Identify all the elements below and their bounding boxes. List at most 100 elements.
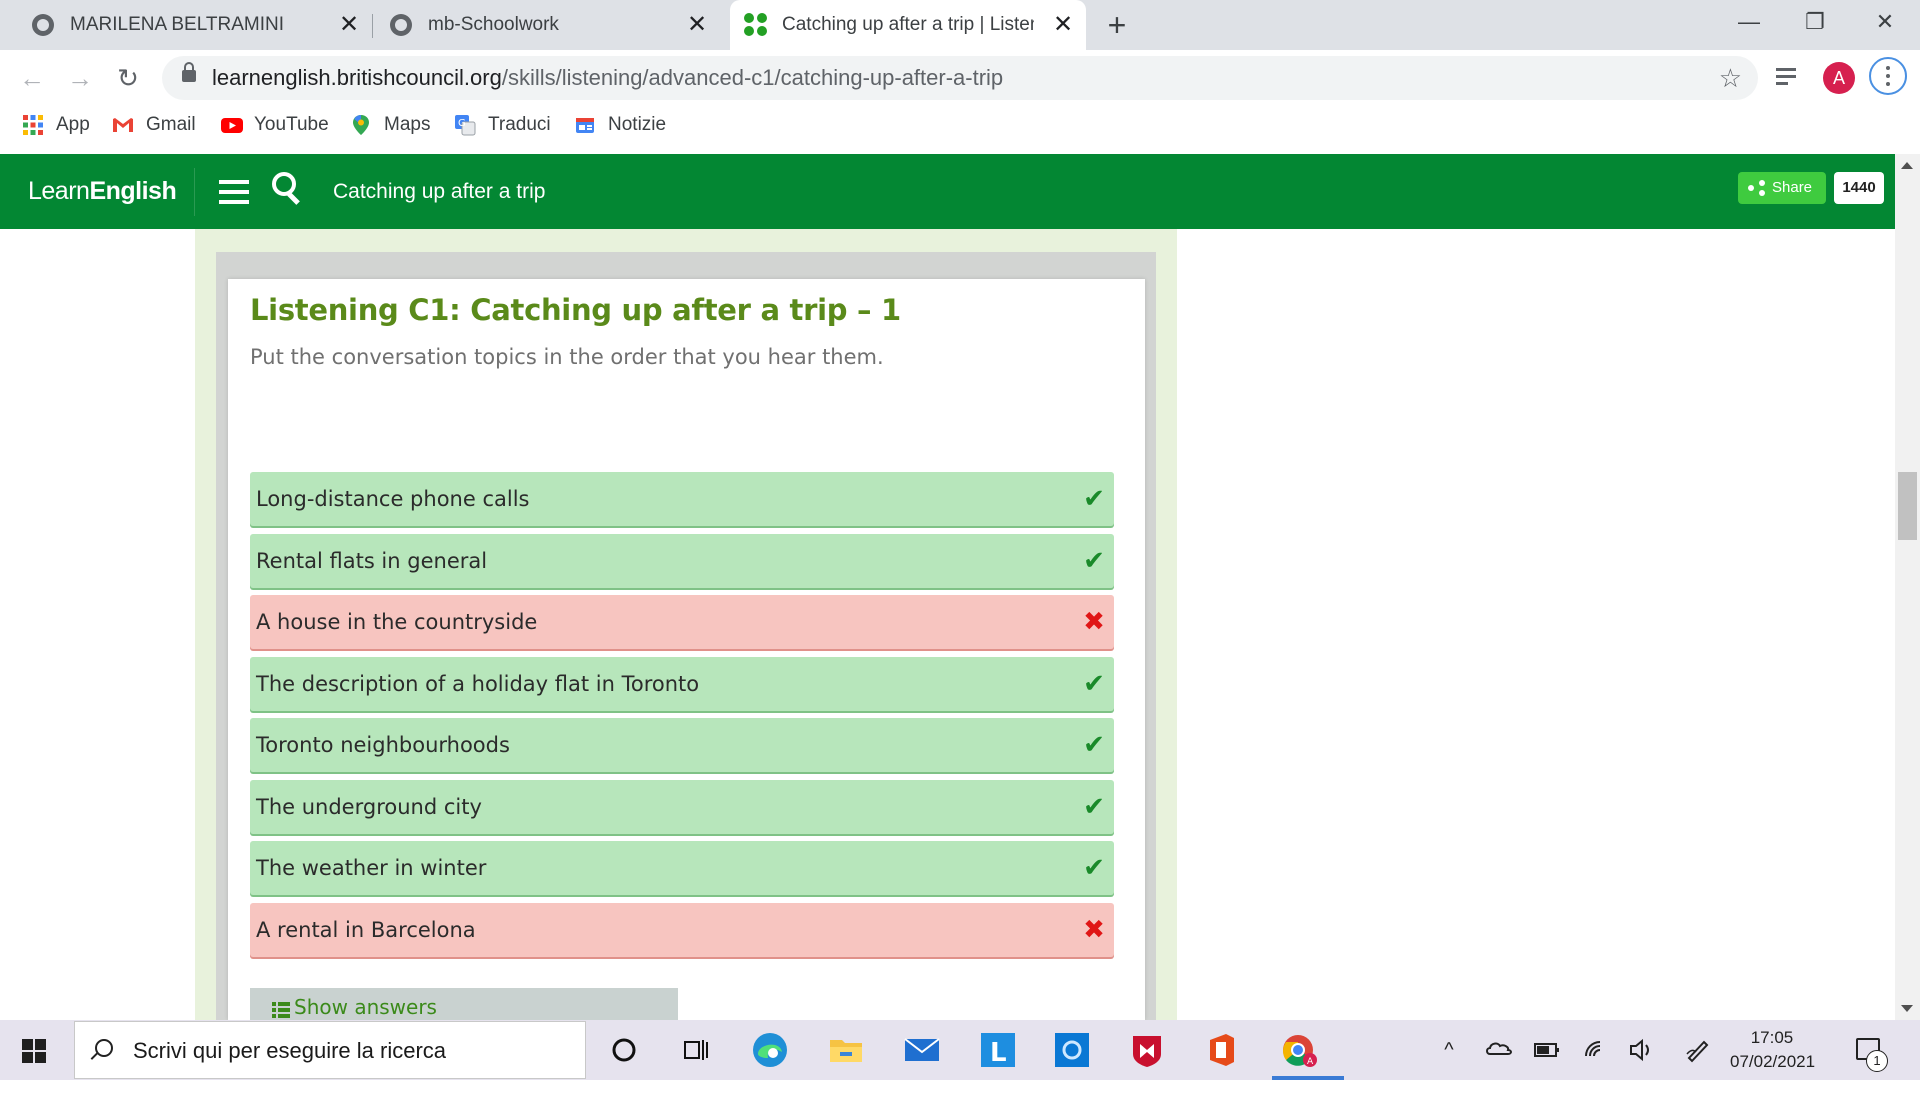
cross-icon: ✖ [1083, 914, 1105, 945]
office-icon[interactable] [1202, 1030, 1242, 1070]
taskbar-clock[interactable]: 17:05 07/02/2021 [1730, 1026, 1816, 1074]
site-header: LearnEnglish Catching up after a trip Sh… [0, 154, 1895, 229]
ordering-item[interactable]: A house in the countryside ✖ [250, 595, 1114, 649]
ordering-item[interactable]: The description of a holiday flat in Tor… [250, 656, 1114, 711]
bookmark-maps[interactable]: Maps [350, 106, 430, 144]
search-placeholder: Scrivi qui per eseguire la ricerca [133, 1038, 447, 1063]
close-tab-icon[interactable]: ✕ [684, 12, 710, 38]
apps-grid-icon [22, 114, 44, 136]
tab-title: mb-Schoolwork [428, 14, 559, 35]
check-icon: ✔ [1083, 668, 1105, 699]
bookmark-app[interactable]: App [22, 106, 90, 144]
bookmark-label: YouTube [254, 114, 329, 135]
reload-icon[interactable]: ↻ [108, 58, 148, 98]
item-label: Toronto neighbourhoods [256, 733, 510, 757]
globe-icon [32, 14, 54, 36]
close-tab-icon[interactable]: ✕ [1050, 12, 1076, 38]
ordering-item[interactable]: The weather in winter ✔ [250, 841, 1114, 895]
wifi-icon[interactable] [1582, 1020, 1608, 1080]
scroll-down-arrow-icon[interactable] [1901, 1005, 1913, 1012]
item-label: The underground city [256, 794, 482, 819]
check-icon: ✔ [1083, 791, 1105, 822]
edge-icon[interactable] [750, 1030, 790, 1070]
onedrive-cloud-icon[interactable] [1484, 1020, 1514, 1080]
svg-text:A: A [1307, 1057, 1314, 1067]
pen-ink-icon[interactable] [1684, 1020, 1710, 1080]
bookmarks-bar: App Gmail YouTube Maps G Traduci Notizie [0, 106, 1920, 152]
blue-app-icon[interactable] [1052, 1030, 1092, 1070]
volume-icon[interactable] [1628, 1020, 1654, 1080]
tab-schoolwork[interactable]: mb-Schoolwork ✕ [378, 0, 720, 50]
show-answers-button[interactable]: Show answers [250, 988, 678, 1020]
bookmark-youtube[interactable]: YouTube [220, 106, 329, 144]
tab-marilena[interactable]: MARILENA BELTRAMINI ✕ [20, 0, 372, 50]
share-label: Share [1772, 179, 1813, 196]
item-label: Long-distance phone calls [256, 487, 530, 511]
item-label: Rental flats in general [256, 548, 488, 573]
tab-strip: MARILENA BELTRAMINI ✕ mb-Schoolwork ✕ Ca… [0, 0, 1920, 50]
page-title: Catching up after a trip [333, 180, 546, 203]
forward-arrow-icon[interactable]: → [60, 58, 100, 98]
ordering-item[interactable]: A rental in Barcelona ✖ [250, 902, 1114, 957]
item-label: A house in the countryside [256, 610, 538, 634]
svg-text:G: G [458, 118, 466, 129]
learnenglish-logo[interactable]: LearnEnglish [28, 154, 177, 229]
share-button[interactable]: Share [1738, 172, 1826, 204]
search-icon[interactable] [272, 172, 300, 204]
scrollbar-thumb[interactable] [1898, 472, 1917, 540]
check-icon: ✔ [1083, 853, 1105, 883]
bookmark-gmail[interactable]: Gmail [112, 106, 196, 144]
minimize-button[interactable]: — [1716, 0, 1782, 44]
ordering-item[interactable]: The underground city ✔ [250, 779, 1114, 834]
page-scrollbar[interactable] [1895, 154, 1920, 1020]
cortana-icon[interactable] [604, 1030, 644, 1070]
maps-pin-icon [350, 114, 372, 136]
mcafee-icon[interactable] [1127, 1030, 1167, 1070]
hamburger-menu-icon[interactable] [219, 180, 249, 204]
ordering-item[interactable]: Toronto neighbourhoods ✔ [250, 718, 1114, 772]
tab-catching-up[interactable]: Catching up after a trip | Listenin ✕ [730, 0, 1086, 50]
share-count-badge: 1440 [1834, 172, 1884, 204]
bookmark-label: App [56, 114, 90, 135]
close-tab-icon[interactable]: ✕ [336, 12, 362, 38]
restore-button[interactable]: ❐ [1782, 0, 1848, 44]
file-explorer-icon[interactable] [826, 1030, 866, 1070]
tab-separator [372, 14, 373, 38]
address-bar[interactable]: learnenglish.britishcouncil.org/skills/l… [162, 56, 1758, 100]
windows-taskbar: Scrivi qui per eseguire la ricerca L A ^ [0, 1020, 1920, 1080]
bookmark-label: Traduci [488, 114, 551, 135]
clock-time: 17:05 [1750, 1028, 1794, 1047]
tab-title: Catching up after a trip | Listenin [782, 14, 1034, 35]
mail-icon[interactable] [902, 1030, 942, 1070]
scroll-up-arrow-icon[interactable] [1901, 162, 1913, 169]
bookmark-label: Gmail [146, 114, 196, 135]
close-window-button[interactable]: ✕ [1852, 0, 1918, 44]
notification-count-badge: 1 [1866, 1050, 1888, 1072]
battery-icon[interactable] [1534, 1020, 1560, 1080]
news-icon [574, 114, 596, 136]
taskbar-search-box[interactable]: Scrivi qui per eseguire la ricerca [74, 1021, 586, 1079]
windows-start-icon[interactable] [22, 1039, 46, 1063]
item-label: A rental in Barcelona [256, 917, 476, 942]
bookmark-notizie[interactable]: Notizie [574, 106, 666, 144]
ordering-item[interactable]: Rental flats in general ✔ [250, 533, 1114, 588]
chrome-taskbar-icon[interactable]: A [1272, 1030, 1344, 1080]
show-hidden-icons-chevron-icon[interactable]: ^ [1438, 1020, 1460, 1080]
url-text[interactable]: learnenglish.britishcouncil.org/skills/l… [212, 56, 1003, 100]
new-tab-button[interactable]: + [1100, 8, 1134, 42]
check-icon: ✔ [1083, 484, 1105, 514]
profile-avatar[interactable]: A [1823, 62, 1855, 94]
browser-menu-icon[interactable] [1869, 57, 1907, 95]
bookmark-star-icon[interactable]: ☆ [1719, 56, 1742, 100]
show-answers-label: Show answers [294, 995, 437, 1019]
ordering-item[interactable]: Long-distance phone calls ✔ [250, 472, 1114, 526]
back-arrow-icon[interactable]: ← [12, 58, 52, 98]
globe-icon [390, 14, 412, 36]
bookmark-traduci[interactable]: G Traduci [454, 106, 551, 144]
lock-icon[interactable] [182, 62, 196, 82]
clock-date: 07/02/2021 [1730, 1052, 1816, 1071]
cross-icon: ✖ [1083, 607, 1105, 637]
task-view-icon[interactable] [676, 1030, 716, 1070]
media-playlist-icon[interactable] [1776, 66, 1802, 90]
l-app-icon[interactable]: L [978, 1030, 1018, 1070]
